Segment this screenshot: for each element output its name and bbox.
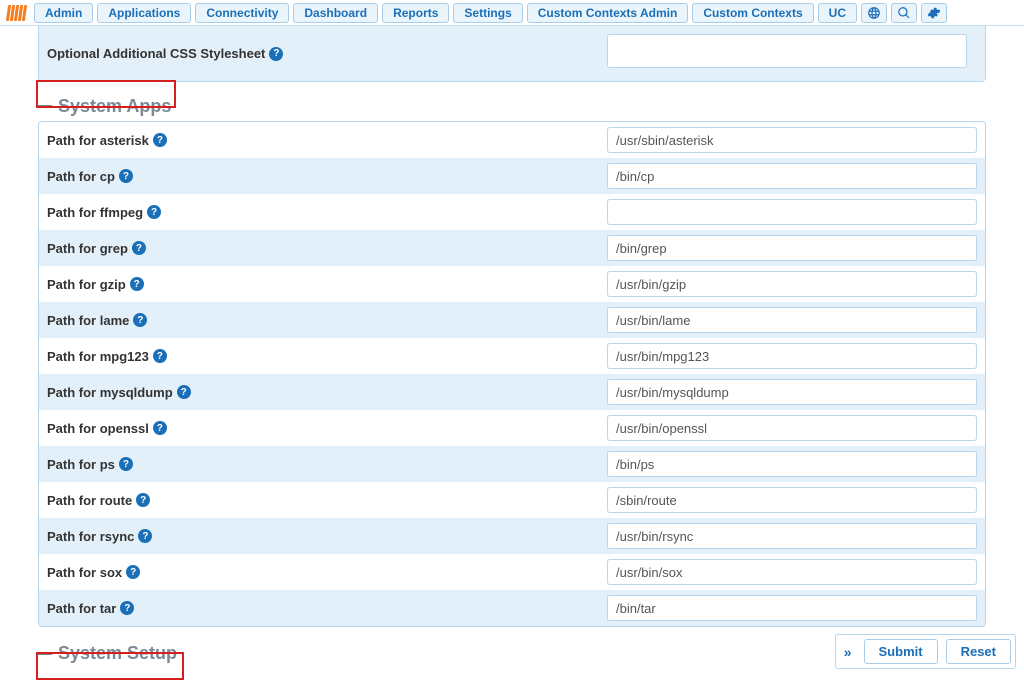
help-icon[interactable]: ?	[119, 457, 133, 471]
field-label: Path for grep	[47, 241, 128, 256]
search-icon[interactable]	[891, 3, 917, 23]
form-row: Path for grep?	[39, 230, 985, 266]
section-title: System Setup	[58, 643, 177, 664]
form-row: Path for ps?	[39, 446, 985, 482]
field-label: Path for mpg123	[47, 349, 149, 364]
form-row: Path for sox?	[39, 554, 985, 590]
css-label: Optional Additional CSS Stylesheet	[47, 46, 265, 61]
top-nav: Admin Applications Connectivity Dashboar…	[0, 0, 1024, 26]
form-row: Path for route?	[39, 482, 985, 518]
field-label: Path for lame	[47, 313, 129, 328]
collapse-actionbar-icon[interactable]: »	[840, 644, 856, 660]
field-label: Path for cp	[47, 169, 115, 184]
path-input[interactable]	[607, 379, 977, 405]
language-icon[interactable]	[861, 3, 887, 23]
help-icon[interactable]: ?	[136, 493, 150, 507]
form-row: Path for lame?	[39, 302, 985, 338]
field-label: Path for ps	[47, 457, 115, 472]
submit-button[interactable]: Submit	[864, 639, 938, 664]
field-label: Path for mysqldump	[47, 385, 173, 400]
section-system-apps-header[interactable]: System Apps	[38, 96, 986, 117]
field-label: Path for gzip	[47, 277, 126, 292]
nav-connectivity[interactable]: Connectivity	[195, 3, 289, 23]
path-input[interactable]	[607, 271, 977, 297]
help-icon[interactable]: ?	[138, 529, 152, 543]
brand-logo[interactable]	[4, 4, 28, 22]
help-icon[interactable]: ?	[133, 313, 147, 327]
path-input[interactable]	[607, 451, 977, 477]
gear-icon[interactable]	[921, 3, 947, 23]
nav-reports[interactable]: Reports	[382, 3, 449, 23]
field-label: Path for route	[47, 493, 132, 508]
path-input[interactable]	[607, 343, 977, 369]
nav-dashboard[interactable]: Dashboard	[293, 3, 378, 23]
system-apps-panel: Path for asterisk?Path for cp?Path for f…	[38, 121, 986, 627]
path-input[interactable]	[607, 595, 977, 621]
form-row: Path for tar?	[39, 590, 985, 626]
field-label: Path for ffmpeg	[47, 205, 143, 220]
help-icon[interactable]: ?	[126, 565, 140, 579]
path-input[interactable]	[607, 127, 977, 153]
nav-admin[interactable]: Admin	[34, 3, 93, 23]
field-label: Path for sox	[47, 565, 122, 580]
path-input[interactable]	[607, 235, 977, 261]
nav-custom-contexts-admin[interactable]: Custom Contexts Admin	[527, 3, 689, 23]
nav-custom-contexts[interactable]: Custom Contexts	[692, 3, 813, 23]
field-label: Path for tar	[47, 601, 116, 616]
path-input[interactable]	[607, 559, 977, 585]
help-icon[interactable]: ?	[132, 241, 146, 255]
form-row: Path for mpg123?	[39, 338, 985, 374]
section-title: System Apps	[58, 96, 171, 117]
reset-button[interactable]: Reset	[946, 639, 1011, 664]
help-icon[interactable]: ?	[119, 169, 133, 183]
form-row: Path for mysqldump?	[39, 374, 985, 410]
help-icon[interactable]: ?	[153, 133, 167, 147]
nav-applications[interactable]: Applications	[97, 3, 191, 23]
form-row: Path for rsync?	[39, 518, 985, 554]
form-row: Path for ffmpeg?	[39, 194, 985, 230]
path-input[interactable]	[607, 523, 977, 549]
css-panel: Optional Additional CSS Stylesheet ?	[38, 26, 986, 82]
form-row: Path for asterisk?	[39, 122, 985, 158]
nav-settings[interactable]: Settings	[453, 3, 522, 23]
field-label: Path for openssl	[47, 421, 149, 436]
help-icon[interactable]: ?	[130, 277, 144, 291]
help-icon[interactable]: ?	[269, 47, 283, 61]
form-row: Path for cp?	[39, 158, 985, 194]
path-input[interactable]	[607, 163, 977, 189]
path-input[interactable]	[607, 307, 977, 333]
css-textarea[interactable]	[607, 34, 967, 68]
path-input[interactable]	[607, 487, 977, 513]
field-label: Path for rsync	[47, 529, 134, 544]
collapse-icon[interactable]	[38, 105, 52, 108]
help-icon[interactable]: ?	[153, 349, 167, 363]
action-bar: » Submit Reset	[835, 634, 1016, 669]
form-row: Path for openssl?	[39, 410, 985, 446]
help-icon[interactable]: ?	[153, 421, 167, 435]
help-icon[interactable]: ?	[120, 601, 134, 615]
field-label: Path for asterisk	[47, 133, 149, 148]
nav-uc[interactable]: UC	[818, 3, 857, 23]
help-icon[interactable]: ?	[147, 205, 161, 219]
collapse-icon[interactable]	[38, 652, 52, 655]
help-icon[interactable]: ?	[177, 385, 191, 399]
path-input[interactable]	[607, 199, 977, 225]
form-row: Path for gzip?	[39, 266, 985, 302]
path-input[interactable]	[607, 415, 977, 441]
